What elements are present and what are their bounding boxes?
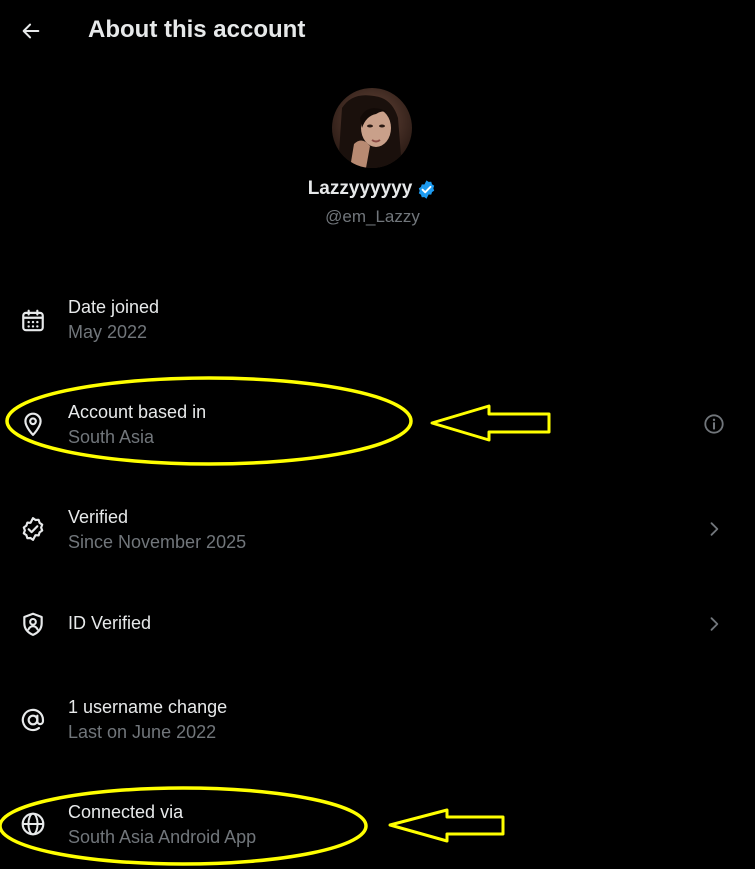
shield-user-icon <box>19 610 47 638</box>
back-button[interactable] <box>14 14 48 48</box>
row-label: Account based in <box>68 402 207 422</box>
chevron-right-icon <box>700 515 728 543</box>
calendar-icon <box>19 307 47 335</box>
top-bar: About this account <box>0 0 755 62</box>
at-sign-icon <box>19 706 47 734</box>
display-name-text: Lazzyyyyyy <box>307 178 413 199</box>
row-label: Verified <box>68 507 129 527</box>
verified-check-icon <box>19 515 47 543</box>
globe-icon <box>19 810 47 838</box>
row-label: Date joined <box>68 297 160 317</box>
row-id-verified[interactable]: ID Verified <box>0 610 755 682</box>
display-name: Lazzyyyyyy <box>0 178 745 200</box>
row-label: ID Verified <box>68 613 152 633</box>
chevron-right-icon <box>700 610 728 638</box>
row-value: Last on June 2022 <box>68 722 217 742</box>
row-date-joined: Date joined May 2022 <box>0 292 755 364</box>
row-value: May 2022 <box>68 322 148 342</box>
avatar[interactable] <box>332 88 412 168</box>
row-label: Connected via <box>68 802 184 822</box>
row-username-change: 1 username change Last on June 2022 <box>0 692 755 764</box>
row-label: 1 username change <box>68 697 228 717</box>
page-title: About this account <box>88 16 306 43</box>
info-button[interactable] <box>700 410 728 438</box>
location-pin-icon <box>19 410 47 438</box>
row-value: South Asia <box>68 427 155 447</box>
row-value: South Asia Android App <box>68 827 257 847</box>
info-icon <box>704 414 724 434</box>
row-connected-via: Connected via South Asia Android App <box>0 797 755 869</box>
arrow-left-icon <box>22 23 40 39</box>
row-account-based-in: Account based in South Asia <box>0 397 755 469</box>
row-value: Since November 2025 <box>68 532 247 552</box>
row-verified[interactable]: Verified Since November 2025 <box>0 502 755 574</box>
handle: @em_Lazzy <box>325 207 420 226</box>
verified-badge-icon[interactable] <box>416 179 437 200</box>
